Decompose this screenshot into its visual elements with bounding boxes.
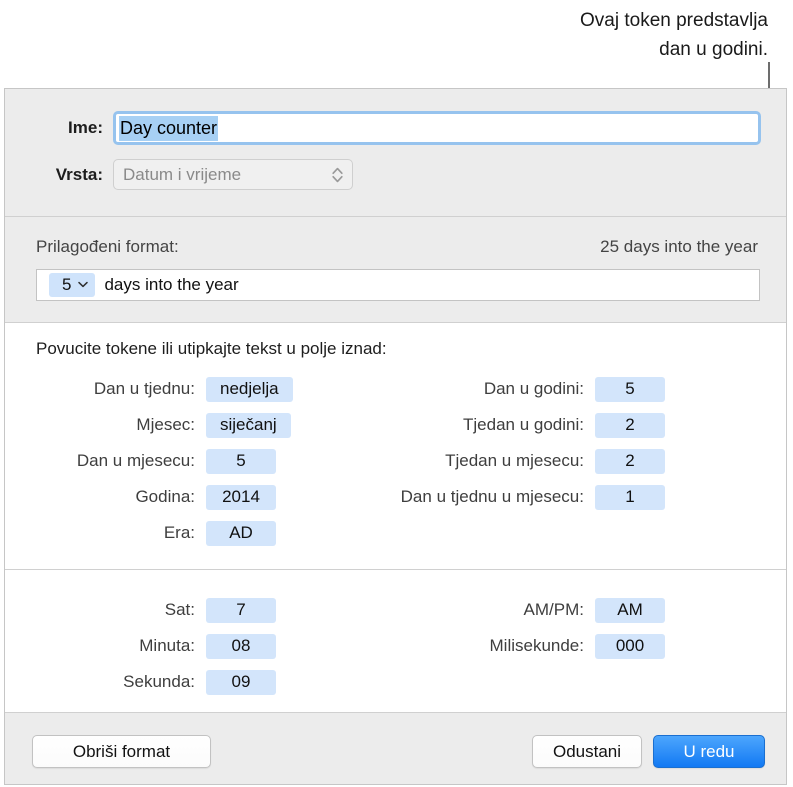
type-field-row: Vrsta: Datum i vrijeme (5, 159, 353, 190)
token-chip-weekday-of-month[interactable]: 1 (595, 484, 665, 510)
name-type-section: Ime: Day counter Vrsta: Datum i vrijeme (5, 89, 786, 216)
table-row: Dan u tjednu: nedjelja (5, 371, 335, 407)
token-chip-day-of-month[interactable]: 5 (206, 448, 276, 474)
token-chip-year[interactable]: 2014 (206, 484, 276, 510)
token-label: Godina: (135, 487, 195, 506)
token-label: Sat: (164, 600, 195, 619)
date-tokens-left-column: Dan u tjednu: nedjelja Mjesec: siječanj … (5, 371, 335, 551)
table-row: Sat: 7 (5, 592, 335, 628)
token-chip-day-of-year[interactable]: 5 (595, 376, 665, 402)
chevron-up-down-icon (330, 163, 344, 187)
table-row: Tjedan u mjesecu: 2 (335, 443, 665, 479)
type-label: Vrsta: (55, 164, 103, 184)
time-tokens-section: Sat: 7 Minuta: 08 Sekunda: 09 AM/PM: AM … (5, 570, 786, 712)
custom-format-section: Prilagođeni format: 25 days into the yea… (5, 217, 786, 322)
table-row: Dan u tjednu u mjesecu: 1 (335, 479, 665, 515)
format-static-text: days into the year (104, 275, 239, 294)
custom-format-preview: 25 days into the year (600, 237, 758, 256)
dialog-footer: Obriši format Odustani U redu (5, 713, 786, 784)
cancel-button[interactable]: Odustani (532, 735, 642, 768)
date-tokens-section: Povucite tokene ili utipkajte tekst u po… (5, 323, 786, 569)
chevron-down-icon[interactable] (78, 280, 89, 291)
time-tokens-left-column: Sat: 7 Minuta: 08 Sekunda: 09 (5, 592, 335, 700)
custom-format-label: Prilagođeni format: (36, 237, 179, 256)
callout-caption: Ovaj token predstavlja dan u godini. (580, 10, 768, 60)
token-label: Dan u tjednu: (93, 379, 195, 398)
token-chip-minute[interactable]: 08 (206, 633, 276, 659)
token-chip-second[interactable]: 09 (206, 669, 276, 695)
custom-format-dialog: Ime: Day counter Vrsta: Datum i vrijeme … (4, 88, 787, 785)
token-label: Tjedan u godini: (463, 415, 584, 434)
token-label: AM/PM: (523, 600, 584, 619)
table-row: AM/PM: AM (335, 592, 665, 628)
token-label: Tjedan u mjesecu: (445, 451, 584, 470)
type-popup-button[interactable]: Datum i vrijeme (113, 159, 353, 190)
tokens-hint: Povucite tokene ili utipkajte tekst u po… (36, 339, 387, 358)
name-input[interactable]: Day counter (113, 111, 761, 145)
ok-button[interactable]: U redu (653, 735, 765, 768)
table-row: Dan u godini: 5 (335, 371, 665, 407)
token-label: Dan u godini: (483, 379, 584, 398)
table-row: Minuta: 08 (5, 628, 335, 664)
token-chip-era[interactable]: AD (206, 520, 276, 546)
clear-format-button[interactable]: Obriši format (32, 735, 211, 768)
type-popup-value: Datum i vrijeme (123, 164, 242, 184)
date-tokens-right-column: Dan u godini: 5 Tjedan u godini: 2 Tjeda… (335, 371, 665, 515)
format-token-day-of-year[interactable]: 5 (49, 273, 96, 297)
token-chip-month[interactable]: siječanj (206, 412, 291, 438)
table-row: Mjesec: siječanj (5, 407, 335, 443)
token-chip-weekday[interactable]: nedjelja (206, 376, 293, 402)
token-label: Era: (163, 523, 195, 542)
format-token-value: 5 (62, 275, 72, 294)
token-label: Dan u mjesecu: (76, 451, 195, 470)
table-row: Sekunda: 09 (5, 664, 335, 700)
name-field-row: Ime: Day counter (5, 111, 765, 145)
table-row: Godina: 2014 (5, 479, 335, 515)
token-chip-week-of-year[interactable]: 2 (595, 412, 665, 438)
token-chip-hour[interactable]: 7 (206, 597, 276, 623)
custom-format-input[interactable]: 5 days into the year (36, 269, 760, 301)
table-row: Milisekunde: 000 (335, 628, 665, 664)
table-row: Tjedan u godini: 2 (335, 407, 665, 443)
token-label: Mjesec: (136, 415, 195, 434)
token-label: Sekunda: (123, 672, 195, 691)
time-tokens-right-column: AM/PM: AM Milisekunde: 000 (335, 592, 665, 664)
token-chip-milliseconds[interactable]: 000 (595, 633, 665, 659)
token-chip-week-of-month[interactable]: 2 (595, 448, 665, 474)
table-row: Era: AD (5, 515, 335, 551)
name-label: Ime: (68, 118, 103, 137)
token-label: Minuta: (139, 636, 195, 655)
table-row: Dan u mjesecu: 5 (5, 443, 335, 479)
token-label: Dan u tjednu u mjesecu: (400, 487, 584, 506)
token-label: Milisekunde: (489, 636, 585, 655)
custom-format-header: Prilagođeni format: 25 days into the yea… (36, 237, 758, 257)
token-chip-am-pm[interactable]: AM (595, 597, 665, 623)
name-input-value: Day counter (119, 115, 219, 141)
